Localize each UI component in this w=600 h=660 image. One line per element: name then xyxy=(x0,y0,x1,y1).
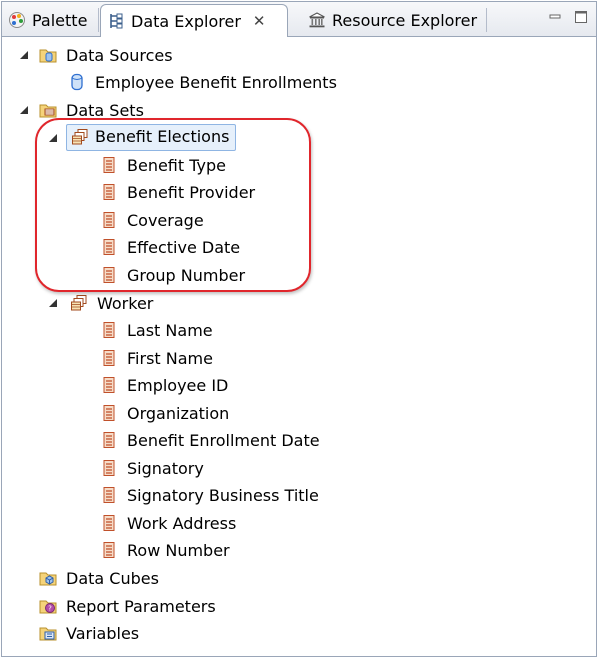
tree-node-dataset-benefit-elections[interactable]: Benefit Elections xyxy=(66,123,237,151)
expand-arrow-icon[interactable] xyxy=(48,298,58,308)
data-explorer-view: Palette Data Explorer ✕ Resource Explore… xyxy=(1,1,597,657)
expand-arrow-icon[interactable] xyxy=(19,105,29,115)
tab-separator xyxy=(486,8,487,32)
column-icon xyxy=(103,267,115,283)
column-icon xyxy=(103,157,115,173)
tree-node-field[interactable]: Signatory Business Title xyxy=(100,482,319,508)
column-icon xyxy=(103,405,115,421)
data-sources-folder-icon xyxy=(39,49,57,63)
tree-node-data-cubes[interactable]: Data Cubes xyxy=(39,565,159,591)
tree-node-field[interactable]: Work Address xyxy=(100,510,236,536)
column-icon xyxy=(103,432,115,448)
svg-text:?: ? xyxy=(48,605,52,613)
tab-data-explorer-label: Data Explorer xyxy=(131,11,241,31)
column-icon xyxy=(103,239,115,255)
column-icon xyxy=(103,515,115,531)
dataset-icon xyxy=(72,128,88,144)
dataset-icon xyxy=(71,295,87,311)
tab-palette-label: Palette xyxy=(32,10,88,30)
tree-node-field[interactable]: Last Name xyxy=(100,317,213,343)
tree-node-field[interactable]: Benefit Provider xyxy=(100,179,255,205)
palette-icon xyxy=(9,12,25,28)
tree-node-field[interactable]: Row Number xyxy=(100,537,230,563)
tree-node-dataset-worker[interactable]: Worker xyxy=(70,290,153,316)
column-icon xyxy=(103,212,115,228)
tree-node-variables[interactable]: Variables xyxy=(39,620,139,646)
view-tab-bar: Palette Data Explorer ✕ Resource Explore… xyxy=(2,2,596,37)
data-sets-folder-icon xyxy=(39,104,57,118)
tree-node-data-sets[interactable]: Data Sets xyxy=(39,97,144,123)
data-cubes-folder-icon xyxy=(39,572,57,586)
column-icon xyxy=(103,542,115,558)
tree-node-data-sources[interactable]: Data Sources xyxy=(39,42,173,68)
maximize-icon[interactable] xyxy=(574,10,588,24)
tab-separator xyxy=(98,8,99,32)
tab-data-explorer[interactable]: Data Explorer ✕ xyxy=(100,4,288,37)
expand-arrow-icon[interactable] xyxy=(48,133,58,143)
expand-arrow-icon[interactable] xyxy=(19,50,29,60)
variables-folder-icon xyxy=(39,627,57,641)
tab-palette[interactable]: Palette xyxy=(2,4,98,36)
selected-node-highlight: Benefit Elections xyxy=(66,123,237,151)
tree-node-field[interactable]: Benefit Type xyxy=(100,152,226,178)
column-icon xyxy=(103,322,115,338)
database-icon xyxy=(71,73,83,91)
tree-node-field[interactable]: Benefit Enrollment Date xyxy=(100,427,320,453)
tree-node-field[interactable]: Organization xyxy=(100,400,229,426)
resource-explorer-icon xyxy=(309,12,325,28)
tree-node-field[interactable]: Group Number xyxy=(100,262,245,288)
column-icon xyxy=(103,377,115,393)
close-icon[interactable]: ✕ xyxy=(253,12,266,30)
tree-node-field[interactable]: Signatory xyxy=(100,455,204,481)
tree-node-field[interactable]: First Name xyxy=(100,345,213,371)
minimize-icon[interactable] xyxy=(548,10,562,24)
tree-node-data-source[interactable]: Employee Benefit Enrollments xyxy=(68,69,337,95)
tab-resource-explorer-label: Resource Explorer xyxy=(332,10,478,30)
tree-node-field[interactable]: Effective Date xyxy=(100,234,240,260)
column-icon xyxy=(103,350,115,366)
tree-node-report-parameters[interactable]: ? Report Parameters xyxy=(39,593,216,619)
data-explorer-icon xyxy=(110,13,123,29)
tab-resource-explorer[interactable]: Resource Explorer xyxy=(302,4,486,36)
tree-node-field[interactable]: Employee ID xyxy=(100,372,228,398)
column-icon xyxy=(103,184,115,200)
report-parameters-folder-icon: ? xyxy=(39,600,57,614)
column-icon xyxy=(103,460,115,476)
tree-node-field[interactable]: Coverage xyxy=(100,207,204,233)
column-icon xyxy=(103,487,115,503)
